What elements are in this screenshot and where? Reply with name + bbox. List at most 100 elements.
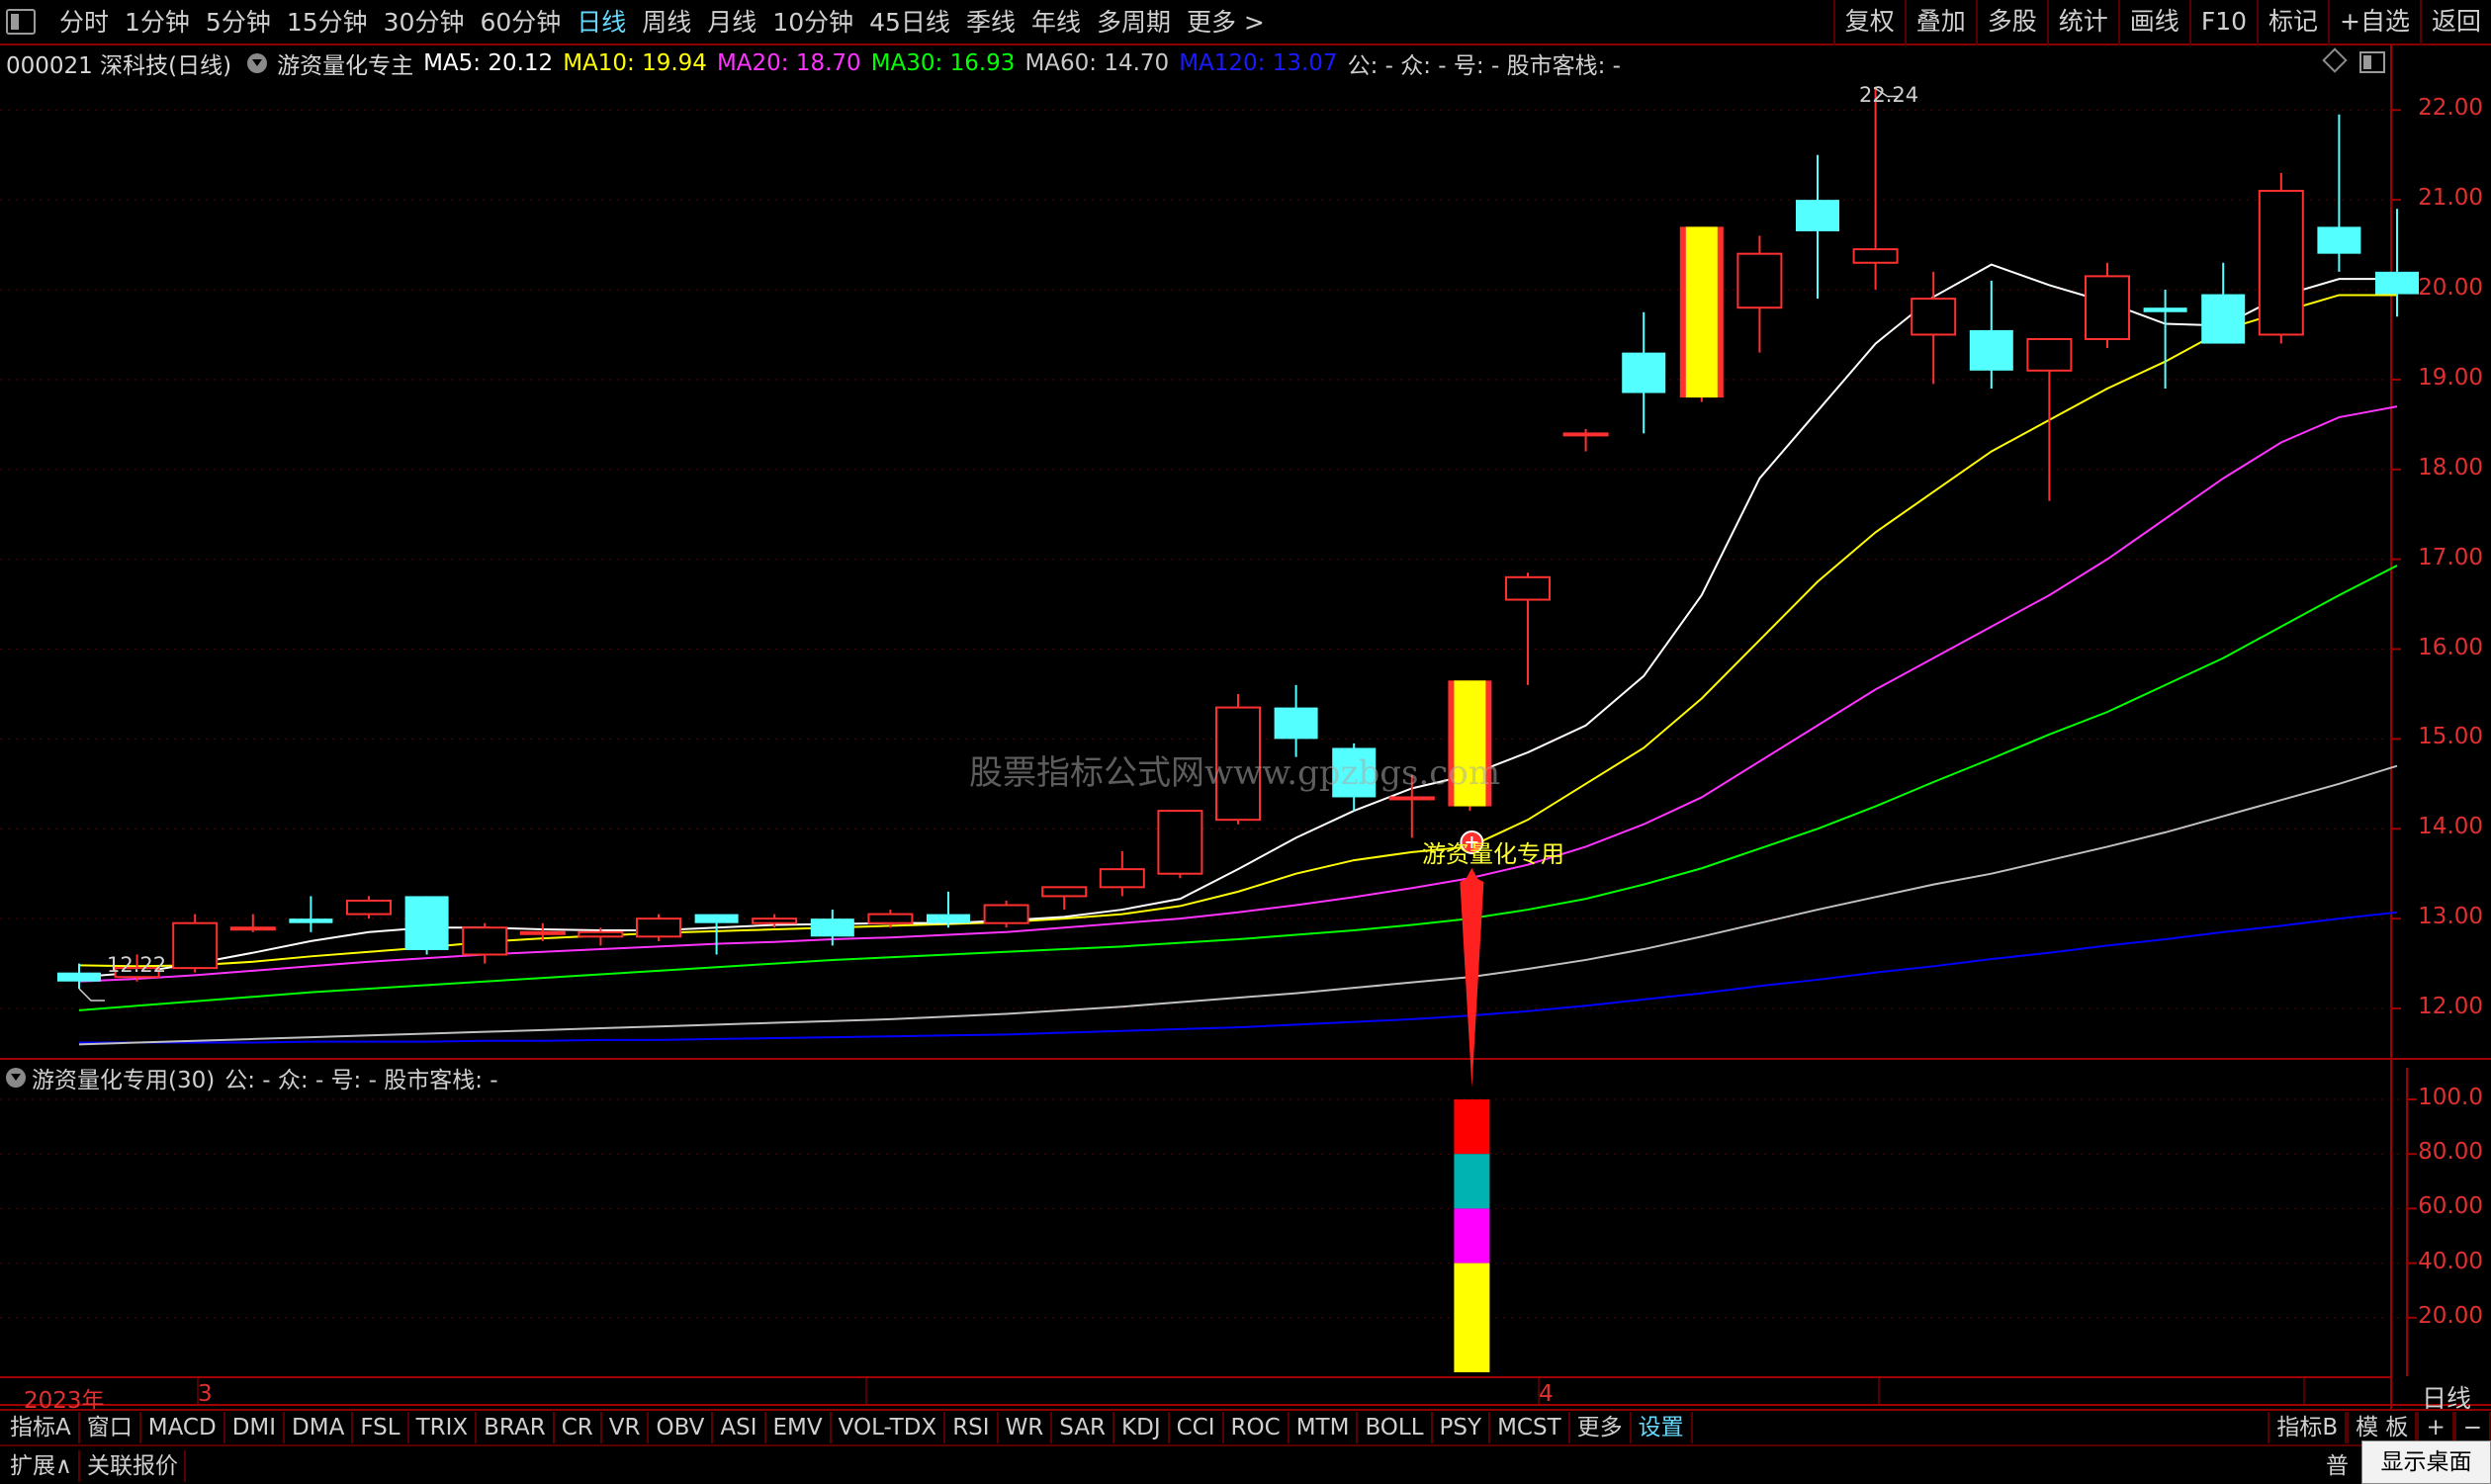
candle-body (2143, 307, 2187, 312)
sub-tick-label: 60.00 (2418, 1193, 2483, 1220)
candle-body (1852, 248, 1899, 264)
candle-body (289, 918, 333, 923)
linked-quote-button[interactable]: 关联报价 (81, 1450, 186, 1482)
candle-body (1505, 575, 1551, 601)
indicator-tab-18[interactable]: ROC (1224, 1412, 1290, 1443)
candle-body (404, 896, 449, 950)
sub-dropdown-icon[interactable] (6, 1068, 26, 1088)
candle-body (2375, 271, 2419, 295)
candle-body (1157, 810, 1203, 875)
candle-body (1274, 707, 1318, 740)
indicator-tab-0[interactable]: 窗口 (80, 1412, 141, 1443)
indicator-tab-9[interactable]: OBV (649, 1412, 714, 1443)
candle-body (1911, 298, 1957, 336)
indicator-right-3[interactable]: − (2453, 1412, 2491, 1443)
indicator-tab-17[interactable]: CCI (1170, 1412, 1224, 1443)
indicator-tab-24[interactable]: 设置 (1632, 1412, 1693, 1443)
sub-title[interactable]: 游资量化专用(30) (32, 1061, 215, 1094)
signal-label: 游资量化专用 (1422, 840, 1564, 868)
indicator-bar: 指标A 窗口 MACD DMI DMA FSL TRIX BRAR CR VR OBV ASI EMV… (0, 1409, 2491, 1444)
candle-body (2258, 190, 2304, 336)
sub-signal-bar-segment (1454, 1208, 1490, 1264)
indicator-tab-19[interactable]: MTM (1290, 1412, 1359, 1443)
candle-body (694, 914, 739, 923)
indicator-tab-1[interactable]: MACD (141, 1412, 225, 1443)
candle-body (2317, 226, 2361, 254)
price-tick-label: 21.00 (2418, 185, 2483, 212)
watermark: 股票指标公式网www.gpzbgs.com (969, 753, 1501, 793)
indicator-tab-22[interactable]: MCST (1490, 1412, 1570, 1443)
indicator-a-tab[interactable]: 指标A (0, 1412, 80, 1443)
candle-body (57, 972, 101, 982)
indicator-tab-21[interactable]: PSY (1433, 1412, 1491, 1443)
candle-body (462, 926, 508, 956)
candle-body (2201, 294, 2246, 344)
indicator-right-2[interactable]: + (2417, 1412, 2454, 1443)
candle-body (2085, 275, 2130, 340)
candle-body (578, 930, 624, 938)
low-price-label: 12.22 (107, 953, 167, 977)
candle-body (1622, 352, 1666, 393)
indicator-tab-3[interactable]: DMA (285, 1412, 354, 1443)
sub-tick-label: 40.00 (2418, 1248, 2483, 1274)
indicator-tab-14[interactable]: WR (999, 1412, 1053, 1443)
sub-tick-label: 80.00 (2418, 1139, 2483, 1166)
indicator-tab-8[interactable]: VR (602, 1412, 650, 1443)
candle-body (752, 917, 798, 924)
sub-extra: 公: - 众: - 号: - 股市客栈: - (224, 1068, 498, 1093)
sub-panel-title: 游资量化专用(30) 公: - 众: - 号: - 股市客栈: - (0, 1062, 498, 1093)
price-tick-label: 15.00 (2418, 724, 2483, 750)
indicator-bar-right: 指标B 模 板 + − (2268, 1411, 2491, 1444)
candle-body (1796, 200, 1839, 231)
indicator-tab-20[interactable]: BOLL (1358, 1412, 1433, 1443)
candle-body (983, 904, 1029, 924)
candle-body (810, 918, 854, 937)
candle-body (867, 913, 914, 924)
indicator-tab-23[interactable]: 更多 (1570, 1412, 1632, 1443)
candle-body (346, 899, 392, 916)
candle-body (1736, 252, 1783, 309)
indicator-tab-2[interactable]: DMI (225, 1412, 286, 1443)
expand-button[interactable]: 扩展∧ (4, 1450, 80, 1482)
candle-body (2026, 337, 2073, 372)
sub-signal-bar-segment (1454, 1099, 1490, 1155)
indicator-tabs: 窗口 MACD DMI DMA FSL TRIX BRAR CR VR OBV ASI EMV VOL-… (80, 1412, 1693, 1443)
price-tick-label: 18.00 (2418, 454, 2483, 480)
price-tick-label: 13.00 (2418, 904, 2483, 930)
indicator-tab-6[interactable]: BRAR (477, 1412, 555, 1443)
indicator-tab-16[interactable]: KDJ (1114, 1412, 1170, 1443)
price-tick-label: 20.00 (2418, 275, 2483, 301)
candle-body (1562, 432, 1609, 437)
low-marker (78, 988, 105, 1002)
indicator-tab-13[interactable]: RSI (945, 1412, 999, 1443)
candle-body (229, 926, 276, 931)
indicator-tab-11[interactable]: EMV (766, 1412, 832, 1443)
signal-arrow (1460, 876, 1484, 1088)
indicator-tab-7[interactable]: CR (555, 1412, 602, 1443)
candle-body (636, 917, 681, 938)
indicator-right-0[interactable]: 指标B (2268, 1412, 2348, 1443)
indicator-tab-10[interactable]: ASI (713, 1412, 766, 1443)
candle-body (519, 930, 566, 935)
status-bar: 扩展∧ 关联报价 普 (0, 1444, 2491, 1484)
show-desktop-tooltip: 显示桌面 (2361, 1440, 2491, 1484)
kline-chart[interactable] (0, 0, 2491, 1409)
price-tick-label: 12.00 (2418, 994, 2483, 1020)
price-tick-label: 19.00 (2418, 364, 2483, 391)
indicator-tab-5[interactable]: TRIX (409, 1412, 478, 1443)
sub-tick-label: 20.00 (2418, 1302, 2483, 1329)
price-tick-label: 17.00 (2418, 544, 2483, 570)
date-label-april: 4 (1539, 1381, 1554, 1407)
indicator-tab-4[interactable]: FSL (353, 1412, 409, 1443)
indicator-tab-15[interactable]: SAR (1052, 1412, 1115, 1443)
price-tick-label: 14.00 (2418, 814, 2483, 840)
price-tick-label: 22.00 (2418, 95, 2483, 122)
candle-body (1041, 886, 1088, 898)
candle-body (1099, 868, 1145, 889)
candle-body (1969, 329, 2013, 371)
status-right-text: 普 (2326, 1453, 2349, 1479)
candle-body (172, 921, 219, 970)
indicator-tab-12[interactable]: VOL-TDX (832, 1412, 946, 1443)
indicator-right-1[interactable]: 模 板 (2347, 1412, 2418, 1443)
sub-tick-label: 100.0 (2418, 1085, 2483, 1110)
